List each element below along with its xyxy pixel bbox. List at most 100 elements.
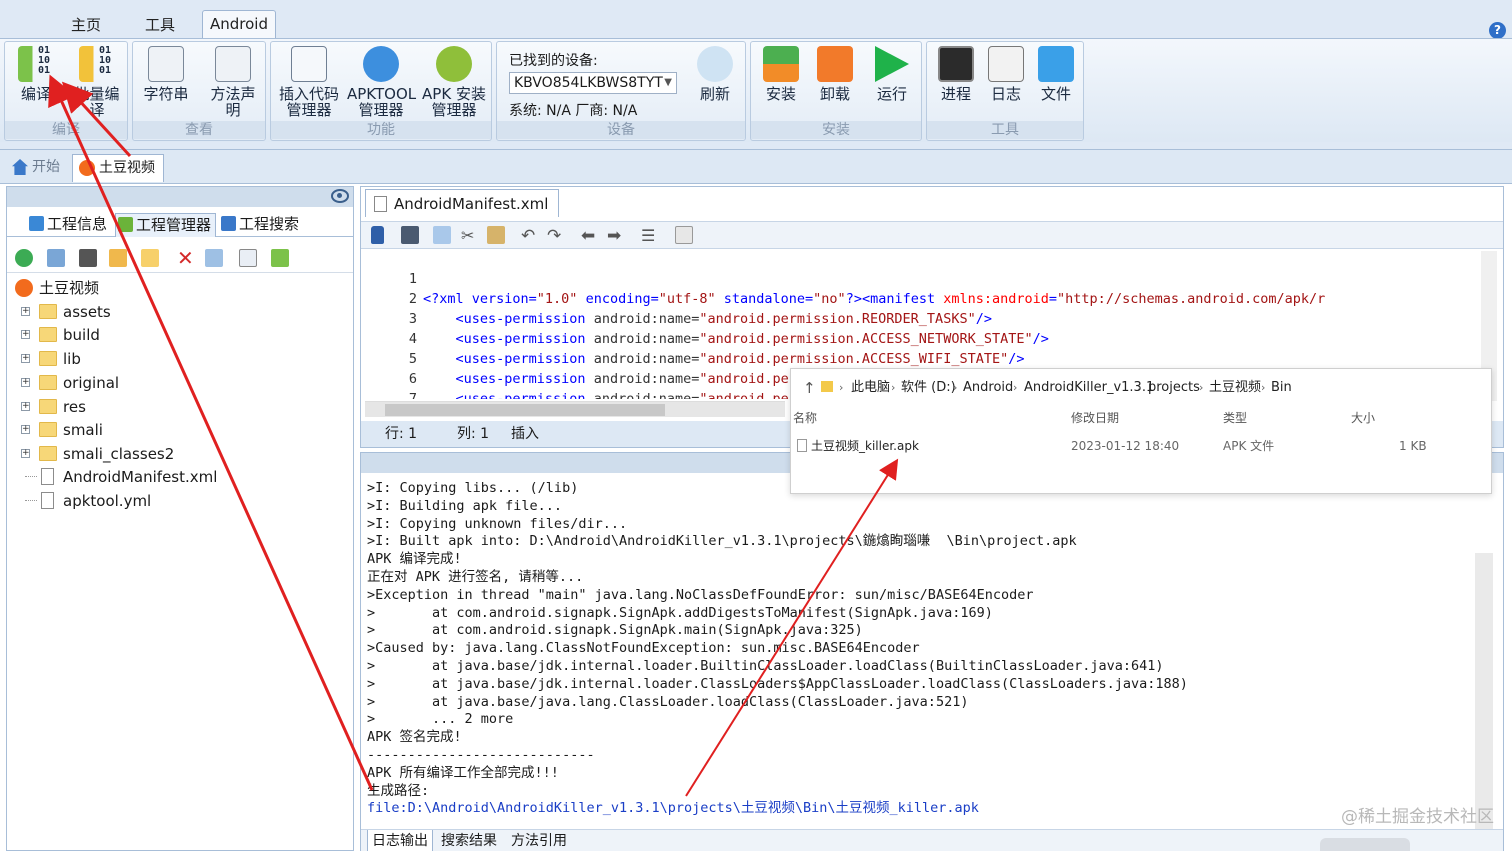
tree-item-apktool-yml[interactable]: apktool.yml — [21, 490, 151, 512]
refresh-button[interactable]: 刷新 — [687, 46, 743, 124]
file-button[interactable]: 文件 — [1031, 46, 1081, 124]
breadcrumb-projects[interactable]: projects — [1148, 369, 1200, 407]
tree-item-original[interactable]: + original — [21, 372, 119, 394]
text-icon[interactable] — [239, 249, 257, 267]
expand-icon[interactable]: + — [21, 425, 30, 434]
breadcrumb-androidkiller[interactable]: AndroidKiller_v1.3.1 — [1024, 369, 1154, 407]
back-arrow-icon[interactable]: ⬅ — [581, 226, 599, 246]
install-button[interactable]: 安装 — [755, 46, 807, 124]
address-bar[interactable]: ↑ › 此电脑 › 软件 (D:) › Android › AndroidKil… — [791, 369, 1491, 405]
expand-icon[interactable]: + — [21, 330, 30, 339]
scrollbar-thumb[interactable] — [385, 404, 665, 416]
group-compile: 01 10 01 编译 01 10 01 批量编 译 编译 — [4, 41, 128, 141]
tree-line — [25, 500, 37, 501]
image-icon[interactable] — [47, 249, 65, 267]
folder-icon — [39, 375, 57, 390]
help-icon[interactable]: ? — [1489, 22, 1506, 39]
project-icon — [79, 160, 95, 176]
tree-item-lib[interactable]: + lib — [21, 348, 81, 370]
compile-button[interactable]: 01 10 01 编译 — [9, 46, 63, 124]
tree-item-smali-classes2[interactable]: + smali_classes2 — [21, 443, 174, 465]
tab-search-results[interactable]: 搜索结果 — [441, 830, 497, 851]
file-list-header: 名称 修改日期 类型 大小 — [791, 409, 1491, 429]
tree-root[interactable]: 土豆视频 — [15, 277, 99, 299]
column-size[interactable]: 大小 — [1351, 409, 1375, 426]
chevron-right-icon: › — [1013, 381, 1018, 394]
file-row[interactable]: 土豆视频_killer.apk 2023-01-12 18:40 APK 文件 … — [791, 435, 1491, 457]
breadcrumb-drive[interactable]: 软件 (D:) — [901, 369, 956, 407]
process-button[interactable]: 进程 — [931, 46, 981, 124]
apk-install-manager-button[interactable]: APK 安装 管理器 — [419, 46, 489, 124]
save-icon[interactable] — [401, 226, 419, 244]
log-button[interactable]: 日志 — [981, 46, 1031, 124]
rename-icon[interactable] — [205, 249, 223, 267]
tree-item-label: original — [63, 374, 120, 392]
tab-project-info[interactable]: 工程信息 — [27, 213, 107, 237]
expand-icon[interactable]: + — [21, 449, 30, 458]
uninstall-button[interactable]: 卸载 — [809, 46, 861, 124]
tab-project[interactable]: 土豆视频 — [72, 154, 164, 182]
expand-icon[interactable]: + — [21, 378, 30, 387]
format-icon[interactable]: ☰ — [641, 226, 659, 245]
refresh-icon[interactable] — [15, 249, 33, 267]
folder-icon[interactable] — [141, 249, 159, 267]
code-token: android:name= — [593, 331, 700, 347]
breadcrumb-bin[interactable]: Bin — [1271, 369, 1292, 407]
breadcrumb-this-pc[interactable]: 此电脑 — [851, 369, 890, 407]
tab-project-label: 土豆视频 — [99, 160, 155, 176]
breadcrumb-project[interactable]: 土豆视频 — [1209, 369, 1261, 407]
code-token: xmlns:android — [943, 291, 1049, 307]
android-build-icon[interactable] — [271, 249, 289, 267]
code-line: 5 <uses-permission android:name="android… — [361, 329, 951, 387]
batch-compile-button[interactable]: 01 10 01 批量编 译 — [69, 46, 125, 124]
string-button[interactable]: 字符串 — [137, 46, 195, 124]
log-scrollbar[interactable] — [1475, 553, 1493, 833]
document-tab-bar: 开始 土豆视频 — [0, 150, 1512, 184]
column-name[interactable]: 名称 — [793, 409, 817, 426]
column-type[interactable]: 类型 — [1223, 409, 1247, 426]
lock-icon[interactable] — [371, 226, 384, 244]
ribbon-tab-tools[interactable]: 工具 — [130, 12, 190, 38]
tree-item-assets[interactable]: + assets — [21, 301, 111, 323]
tab-log-output[interactable]: 日志输出 — [367, 830, 433, 851]
method-declaration-button[interactable]: 方法声 明 — [203, 46, 263, 124]
apktool-icon — [363, 46, 399, 82]
expand-icon[interactable]: + — [21, 307, 30, 316]
tab-project-manager[interactable]: 工程管理器 — [115, 213, 217, 237]
redo-icon[interactable]: ↷ — [547, 226, 565, 246]
tab-method-references[interactable]: 方法引用 — [511, 830, 567, 851]
expand-icon[interactable]: + — [21, 402, 30, 411]
apktool-manager-button[interactable]: APKTOOL 管理器 — [347, 46, 416, 124]
delete-icon[interactable]: ✕ — [177, 248, 195, 268]
breadcrumb-android[interactable]: Android — [963, 369, 1013, 407]
ribbon-tab-android[interactable]: Android — [202, 10, 276, 40]
run-button[interactable]: 运行 — [865, 46, 919, 124]
expand-icon[interactable]: + — [21, 354, 30, 363]
tab-project-search[interactable]: 工程搜索 — [219, 213, 299, 237]
tree-item-res[interactable]: + res — [21, 396, 86, 418]
ribbon-tab-home[interactable]: 主页 — [56, 12, 116, 38]
tab-android-manifest[interactable]: AndroidManifest.xml — [365, 189, 560, 217]
code-token: "android.permission.ACCESS_WIFI_STATE" — [699, 351, 1009, 367]
forward-arrow-icon[interactable]: ➡ — [607, 226, 625, 246]
column-date[interactable]: 修改日期 — [1071, 409, 1119, 426]
open-folder-icon[interactable] — [109, 249, 127, 267]
device-select[interactable]: KBVO854LKBWS8TYT ▼ — [509, 72, 677, 94]
window-icon[interactable] — [79, 249, 97, 267]
log-line: >I: Copying libs... (/lib) — [367, 480, 579, 496]
tree-item-manifest[interactable]: AndroidManifest.xml — [21, 466, 217, 488]
java-icon[interactable] — [675, 226, 693, 244]
output-path-link[interactable]: file:D:\Android\AndroidKiller_v1.3.1\pro… — [367, 799, 979, 817]
file-icon — [41, 468, 54, 485]
copy-icon[interactable] — [433, 226, 451, 244]
tree-item-build[interactable]: + build — [21, 324, 100, 346]
undo-icon[interactable]: ↶ — [521, 226, 539, 246]
insert-code-manager-button[interactable]: 插入代码 管理器 — [275, 46, 343, 124]
cut-icon[interactable]: ✂ — [461, 226, 479, 245]
tab-start[interactable]: 开始 — [6, 154, 70, 182]
eye-icon[interactable] — [331, 189, 349, 203]
editor-horizontal-scrollbar[interactable] — [365, 401, 785, 417]
tree-item-smali[interactable]: + smali — [21, 419, 103, 441]
up-arrow-icon[interactable]: ↑ — [803, 369, 816, 407]
paste-icon[interactable] — [487, 226, 505, 244]
